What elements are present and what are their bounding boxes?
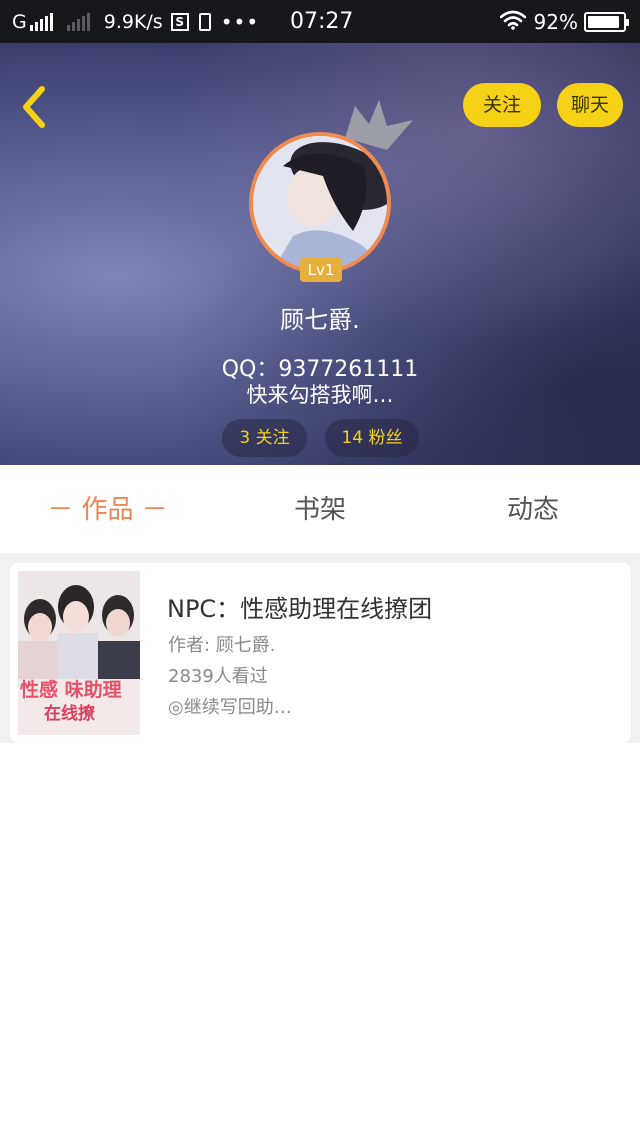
battery-percent: 92% bbox=[533, 10, 578, 34]
avatar-image bbox=[249, 132, 391, 274]
status-left: G 9.9K/s S ••• bbox=[12, 8, 269, 36]
sim-icon: S bbox=[170, 13, 189, 31]
following-count[interactable]: 3 关注 bbox=[222, 419, 307, 457]
chevron-left-icon bbox=[23, 86, 45, 128]
battery-icon bbox=[584, 12, 629, 32]
chat-button[interactable]: 聊天 bbox=[557, 83, 623, 127]
tab-bar: － 作品 － 书架 动态 bbox=[0, 465, 640, 553]
book-view-count: 2839人看过 bbox=[168, 666, 268, 687]
level-badge: Lv1 bbox=[300, 258, 342, 282]
tab-feed[interactable]: 动态 bbox=[473, 465, 593, 553]
status-bar: G 9.9K/s S ••• 07:27 92% bbox=[0, 0, 640, 43]
signal-2-icon bbox=[66, 13, 92, 31]
phone-icon bbox=[198, 13, 211, 31]
book-cover[interactable]: 性感 味助理 在线撩 bbox=[18, 571, 140, 735]
more-dots-icon: ••• bbox=[220, 10, 260, 34]
fans-count[interactable]: 14 粉丝 bbox=[325, 419, 419, 457]
tab-bookshelf[interactable]: 书架 bbox=[260, 465, 380, 553]
book-continue-text: ◎继续写回助… bbox=[168, 697, 292, 718]
bio-text: 快来勾搭我啊… bbox=[246, 383, 394, 407]
follow-button[interactable]: 关注 bbox=[463, 83, 541, 127]
clock: 07:27 bbox=[290, 9, 354, 34]
book-author: 作者: 顾七爵. bbox=[168, 635, 276, 656]
nickname: 顾七爵. bbox=[280, 306, 360, 334]
profile-header: 关注 聊天 Lv1 顾七爵. QQ：9377261111 快来勾搭我啊… 3 关… bbox=[0, 43, 640, 465]
wifi-icon bbox=[499, 10, 526, 35]
book-title[interactable]: NPC：性感助理在线撩团 bbox=[167, 589, 432, 624]
status-right: 92% bbox=[499, 8, 629, 36]
carrier-label: G bbox=[12, 11, 27, 33]
back-button[interactable] bbox=[14, 83, 54, 131]
signal-icon bbox=[29, 13, 55, 31]
tab-works[interactable]: － 作品 － bbox=[40, 465, 175, 553]
cover-title-text: 性感 味助理 bbox=[20, 679, 122, 701]
cover-subtitle-text: 在线撩 bbox=[44, 704, 95, 724]
avatar[interactable] bbox=[249, 132, 391, 274]
network-speed: 9.9K/s bbox=[103, 11, 163, 33]
battery-fill bbox=[588, 16, 620, 28]
